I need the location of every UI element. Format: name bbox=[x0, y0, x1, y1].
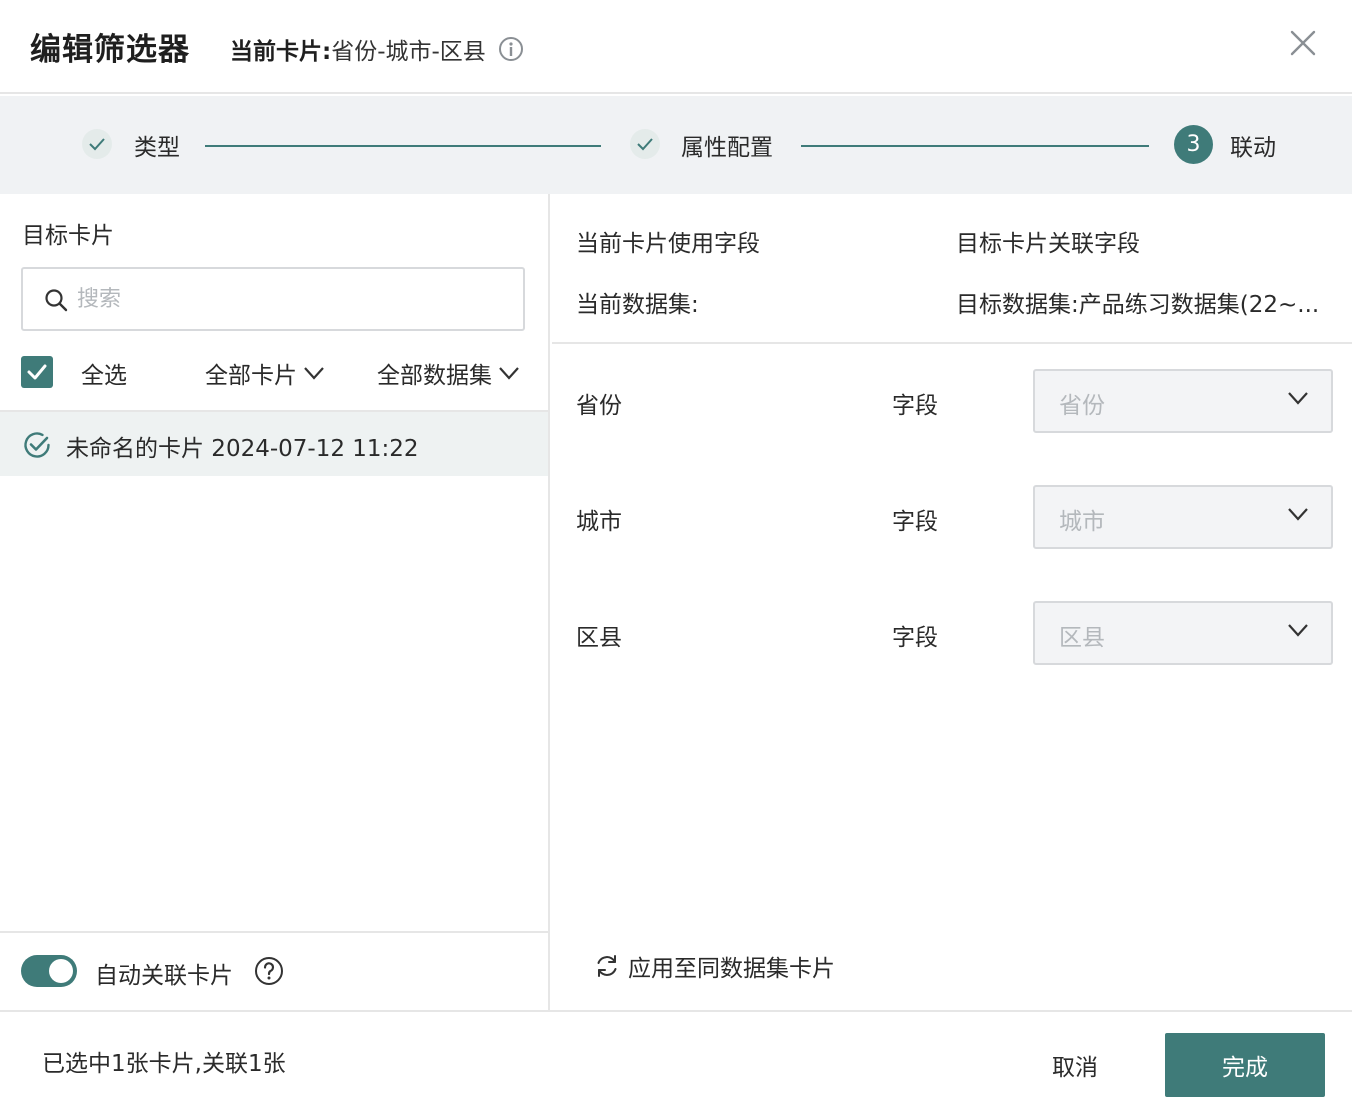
chevron-down-icon bbox=[1288, 392, 1308, 405]
target-cards-panel: 目标卡片 全选 全部卡片 全部数据集 未命名的卡片 2024-07-12 11:… bbox=[0, 194, 550, 1010]
info-icon[interactable] bbox=[498, 36, 524, 62]
target-field-select[interactable]: 城市 bbox=[1033, 485, 1333, 549]
target-cards-title: 目标卡片 bbox=[22, 223, 114, 249]
mapping-row-field: 字段 bbox=[892, 393, 938, 419]
select-all-checkbox[interactable] bbox=[21, 356, 53, 388]
search-input[interactable] bbox=[77, 279, 507, 319]
apply-label: 应用至同数据集卡片 bbox=[628, 956, 835, 982]
divider bbox=[552, 342, 1352, 344]
select-value: 区县 bbox=[1059, 625, 1105, 651]
current-card-value: 省份-城市-区县 bbox=[331, 39, 486, 65]
stepper: 类型 属性配置 3 联动 bbox=[0, 96, 1352, 194]
current-fields-header: 当前卡片使用字段 bbox=[576, 231, 760, 257]
chevron-down-icon bbox=[499, 367, 519, 380]
mapping-row-field: 字段 bbox=[892, 625, 938, 651]
all-cards-dropdown[interactable]: 全部卡片 bbox=[205, 356, 325, 390]
check-icon bbox=[81, 128, 113, 160]
step-label-properties[interactable]: 属性配置 bbox=[681, 128, 773, 162]
auto-link-label: 自动关联卡片 bbox=[95, 963, 233, 989]
step-number-badge: 3 bbox=[1174, 125, 1213, 164]
dialog-footer: 已选中1张卡片,关联1张 取消 完成 bbox=[0, 1010, 1352, 1108]
all-datasets-label: 全部数据集 bbox=[377, 363, 492, 389]
card-item-label: 未命名的卡片 2024-07-12 11:22 bbox=[66, 436, 419, 462]
done-button[interactable]: 完成 bbox=[1165, 1033, 1325, 1097]
select-value: 省份 bbox=[1059, 393, 1105, 419]
select-all-label[interactable]: 全选 bbox=[81, 356, 127, 390]
auto-link-toggle[interactable] bbox=[21, 955, 77, 987]
check-icon bbox=[629, 128, 661, 160]
all-datasets-dropdown[interactable]: 全部数据集 bbox=[377, 356, 520, 390]
target-field-select[interactable]: 区县 bbox=[1033, 601, 1333, 665]
refresh-icon bbox=[597, 955, 617, 977]
step-connector bbox=[801, 145, 1149, 147]
target-fields-header: 目标卡片关联字段 bbox=[956, 231, 1140, 257]
target-field-select[interactable]: 省份 bbox=[1033, 369, 1333, 433]
select-value: 城市 bbox=[1059, 509, 1105, 535]
current-card-label: 当前卡片: bbox=[230, 39, 332, 65]
mapping-row-field: 字段 bbox=[892, 509, 938, 535]
current-card-info: 当前卡片: 省份-城市-区县 bbox=[230, 32, 524, 66]
search-box bbox=[21, 267, 525, 331]
close-icon[interactable] bbox=[1286, 26, 1320, 60]
target-dataset-label: 目标数据集:产品练习数据集(22~... bbox=[956, 292, 1320, 318]
help-icon[interactable] bbox=[254, 956, 284, 986]
dialog-title: 编辑筛选器 bbox=[30, 32, 190, 68]
chevron-down-icon bbox=[1288, 508, 1308, 521]
search-icon bbox=[43, 287, 69, 313]
dialog-header: 编辑筛选器 当前卡片: 省份-城市-区县 bbox=[0, 0, 1352, 94]
step-label-type[interactable]: 类型 bbox=[134, 128, 180, 162]
step-connector bbox=[205, 145, 601, 147]
mapping-row-label: 城市 bbox=[576, 509, 622, 535]
mapping-row-label: 区县 bbox=[576, 625, 622, 651]
field-mapping-panel: 当前卡片使用字段 目标卡片关联字段 当前数据集: 目标数据集:产品练习数据集(2… bbox=[552, 194, 1352, 1010]
divider bbox=[0, 931, 548, 933]
current-dataset-label: 当前数据集: bbox=[576, 292, 699, 318]
check-circle-icon bbox=[22, 430, 52, 460]
selection-status: 已选中1张卡片,关联1张 bbox=[42, 1051, 286, 1077]
list-item[interactable]: 未命名的卡片 2024-07-12 11:22 bbox=[0, 412, 548, 476]
step-label-linkage[interactable]: 联动 bbox=[1230, 128, 1276, 162]
all-cards-label: 全部卡片 bbox=[205, 363, 297, 389]
cancel-button[interactable]: 取消 bbox=[1030, 1034, 1120, 1096]
chevron-down-icon bbox=[1288, 624, 1308, 637]
toggle-knob bbox=[49, 959, 73, 983]
apply-to-same-dataset-button[interactable]: 应用至同数据集卡片 bbox=[594, 949, 835, 983]
chevron-down-icon bbox=[304, 367, 324, 380]
mapping-row-label: 省份 bbox=[576, 393, 622, 419]
